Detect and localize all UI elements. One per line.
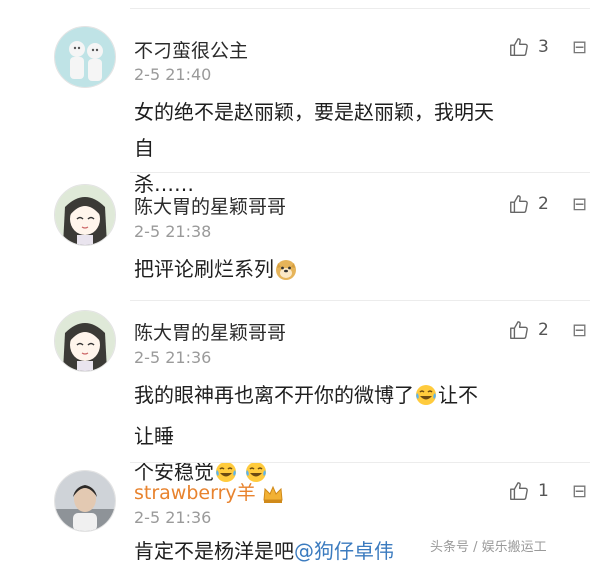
comment-text-line: 把评论刷烂系列 [134,257,274,281]
username-text: strawberry羊 [134,482,256,504]
comment-divider [130,300,590,301]
comment-text-line: 肯定不是杨洋是吧 [134,539,294,563]
comment-time: 2-5 21:40 [134,65,212,84]
watermark: 头条号 / 娱乐搬运工 [430,540,547,555]
thumbs-up-icon [510,38,528,56]
comment-text-line: 女的绝不是赵丽颖，要是赵丽颖，我明天自 [134,100,494,160]
comment-time: 2-5 21:36 [134,508,212,527]
user-avatar[interactable] [54,470,116,532]
like-count: 2 [538,320,549,340]
user-avatar[interactable] [54,26,116,88]
doge-emoji-icon [274,256,298,292]
user-avatar[interactable] [54,310,116,372]
person-photo-avatar [55,471,115,531]
like-button[interactable]: 2 [508,193,549,215]
mention-link[interactable]: @狗仔卓伟 [294,539,394,563]
thumbs-up-icon [510,321,528,339]
top-divider [130,8,590,9]
username[interactable]: 陈大胃的星颖哥哥 [134,318,286,345]
like-button[interactable]: 2 [508,319,549,341]
username[interactable]: 陈大胃的星颖哥哥 [134,192,286,219]
comment-time: 2-5 21:36 [134,348,212,367]
more-icon[interactable]: ⊟ [572,481,587,502]
thumbs-up-icon [510,482,528,500]
like-count: 2 [538,194,549,214]
username[interactable]: strawberry羊 [134,478,284,509]
like-count: 1 [538,481,549,501]
more-icon[interactable]: ⊟ [572,37,587,58]
couple-figures-avatar [55,27,115,87]
comment-divider [130,172,590,173]
like-button[interactable]: 1 [508,480,549,502]
comment-text: 把评论刷烂系列 [134,251,494,292]
like-count: 3 [538,37,549,57]
thumbs-up-icon [510,195,528,213]
tears-of-joy-emoji-icon [414,382,438,418]
username[interactable]: 不刁蛮很公主 [134,36,248,63]
more-icon[interactable]: ⊟ [572,194,587,215]
anime-girl-avatar [55,185,115,245]
more-icon[interactable]: ⊟ [572,320,587,341]
comment-text: 女的绝不是赵丽颖，要是赵丽颖，我明天自 杀…… [134,94,494,202]
user-avatar[interactable] [54,184,116,246]
crown-badge-icon [262,484,284,509]
anime-girl-avatar [55,311,115,371]
like-button[interactable]: 3 [508,36,549,58]
comment-text-line: 我的眼神再也离不开你的微博了 [134,383,414,407]
comment-time: 2-5 21:38 [134,222,212,241]
comment-divider [130,462,590,463]
